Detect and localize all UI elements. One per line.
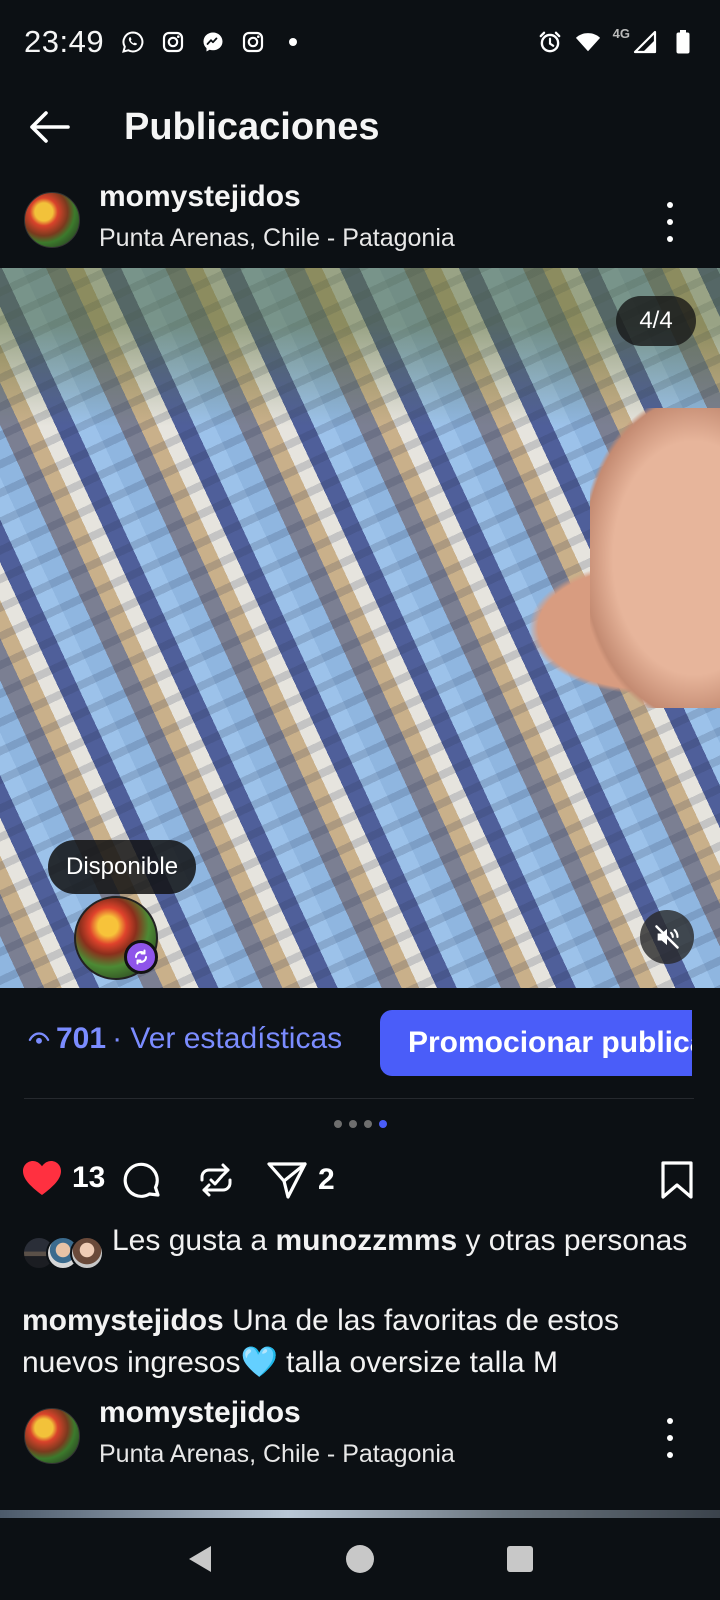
send-icon <box>267 1162 307 1199</box>
nav-home-button[interactable] <box>336 1535 384 1583</box>
back-arrow-icon <box>30 111 70 143</box>
post-actions: 13 2 <box>0 1150 720 1214</box>
dot <box>667 236 673 242</box>
save-button[interactable] <box>660 1160 694 1200</box>
post-username[interactable]: momystejidos <box>99 180 301 214</box>
more-notifications-dot-icon <box>280 29 306 55</box>
comment-icon <box>123 1162 160 1198</box>
eye-icon <box>28 1032 50 1044</box>
product-tag-label[interactable]: Disponible <box>48 840 197 894</box>
top-app-bar: Publicaciones <box>0 84 720 170</box>
collab-badge-icon <box>124 940 158 974</box>
like-button[interactable]: 13 <box>22 1160 105 1196</box>
status-time: 23:49 <box>24 24 105 59</box>
nav-recents-button[interactable] <box>496 1535 544 1583</box>
mute-button[interactable] <box>640 910 694 964</box>
instagram-icon <box>160 29 186 55</box>
image-hand <box>590 408 720 708</box>
dot <box>667 1435 673 1441</box>
back-button[interactable] <box>24 102 74 152</box>
share-button[interactable]: 2 <box>266 1160 335 1200</box>
heart-filled-icon <box>23 1161 61 1195</box>
system-icons: 4G <box>537 25 696 55</box>
post-location[interactable]: Punta Arenas, Chile - Patagonia <box>99 1440 455 1469</box>
speaker-muted-icon <box>655 925 679 949</box>
carousel-dot <box>348 1120 357 1128</box>
triangle-back-icon <box>189 1546 211 1572</box>
promote-post-button[interactable]: Promocionar publicación <box>380 1010 692 1076</box>
notification-icons <box>120 29 306 55</box>
messenger-icon <box>200 29 226 55</box>
liked-by-text: Les gusta a munozzmms y otras personas <box>112 1222 702 1260</box>
views-count: 701 <box>56 1022 107 1055</box>
system-navigation-bar <box>0 1518 720 1600</box>
image-counter-badge: 4/4 <box>616 296 696 346</box>
dot <box>667 202 673 208</box>
carousel-dot <box>363 1120 372 1128</box>
network-type-label: 4G <box>612 25 630 41</box>
avatar <box>70 1236 104 1270</box>
repost-icon <box>200 1163 232 1197</box>
more-options-button[interactable] <box>660 1418 680 1458</box>
avatar[interactable] <box>24 1408 80 1464</box>
nav-back-button[interactable] <box>176 1535 224 1583</box>
battery-icon <box>670 29 696 55</box>
avatar[interactable] <box>24 192 80 248</box>
carousel-dot <box>333 1120 342 1128</box>
likes-count: 13 <box>72 1161 106 1194</box>
carousel-indicator <box>0 1120 720 1128</box>
divider <box>24 1098 694 1099</box>
post-location[interactable]: Punta Arenas, Chile - Patagonia <box>99 224 455 253</box>
insights-row: 701 · Ver estadísticas Promocionar publi… <box>0 1010 720 1078</box>
comment-button[interactable] <box>122 1160 162 1200</box>
alarm-icon <box>537 29 563 55</box>
view-insights-label: · Ver estadísticas <box>112 1022 343 1055</box>
post-caption[interactable]: momystejidos Una de las favoritas de est… <box>22 1300 702 1384</box>
wifi-icon <box>575 29 601 55</box>
more-options-button[interactable] <box>660 202 680 242</box>
promote-post-label: Promocionar publicación <box>408 1026 692 1059</box>
circle-home-icon <box>346 1545 374 1573</box>
liked-by-username[interactable]: munozzmms <box>275 1224 457 1257</box>
view-insights-link[interactable]: 701 · Ver estadísticas <box>28 1022 342 1056</box>
post-image[interactable]: 4/4 Disponible <box>0 268 720 988</box>
post-header: momystejidos Punta Arenas, Chile - Patag… <box>0 1394 720 1486</box>
signal-icon <box>632 29 658 55</box>
post-header: momystejidos Punta Arenas, Chile - Patag… <box>0 178 720 270</box>
instagram-icon <box>240 29 266 55</box>
status-bar: 23:49 4G <box>0 0 720 84</box>
whatsapp-icon <box>120 29 146 55</box>
liked-by-suffix: y otras personas <box>457 1224 688 1257</box>
carousel-dot-active <box>378 1120 387 1128</box>
page-title: Publicaciones <box>124 105 380 148</box>
bookmark-icon <box>661 1161 693 1199</box>
dot <box>667 1418 673 1424</box>
caption-username[interactable]: momystejidos <box>22 1304 224 1337</box>
next-post-image[interactable] <box>0 1510 720 1518</box>
liked-by-avatars <box>22 1236 106 1272</box>
liked-by-prefix: Les gusta a <box>112 1224 276 1257</box>
square-recents-icon <box>507 1546 533 1572</box>
liked-by-row[interactable]: Les gusta a munozzmms y otras personas <box>22 1222 702 1270</box>
shares-count: 2 <box>318 1163 335 1196</box>
post-username[interactable]: momystejidos <box>99 1396 301 1430</box>
dot <box>667 219 673 225</box>
dot <box>667 1452 673 1458</box>
repost-button[interactable] <box>196 1160 236 1200</box>
